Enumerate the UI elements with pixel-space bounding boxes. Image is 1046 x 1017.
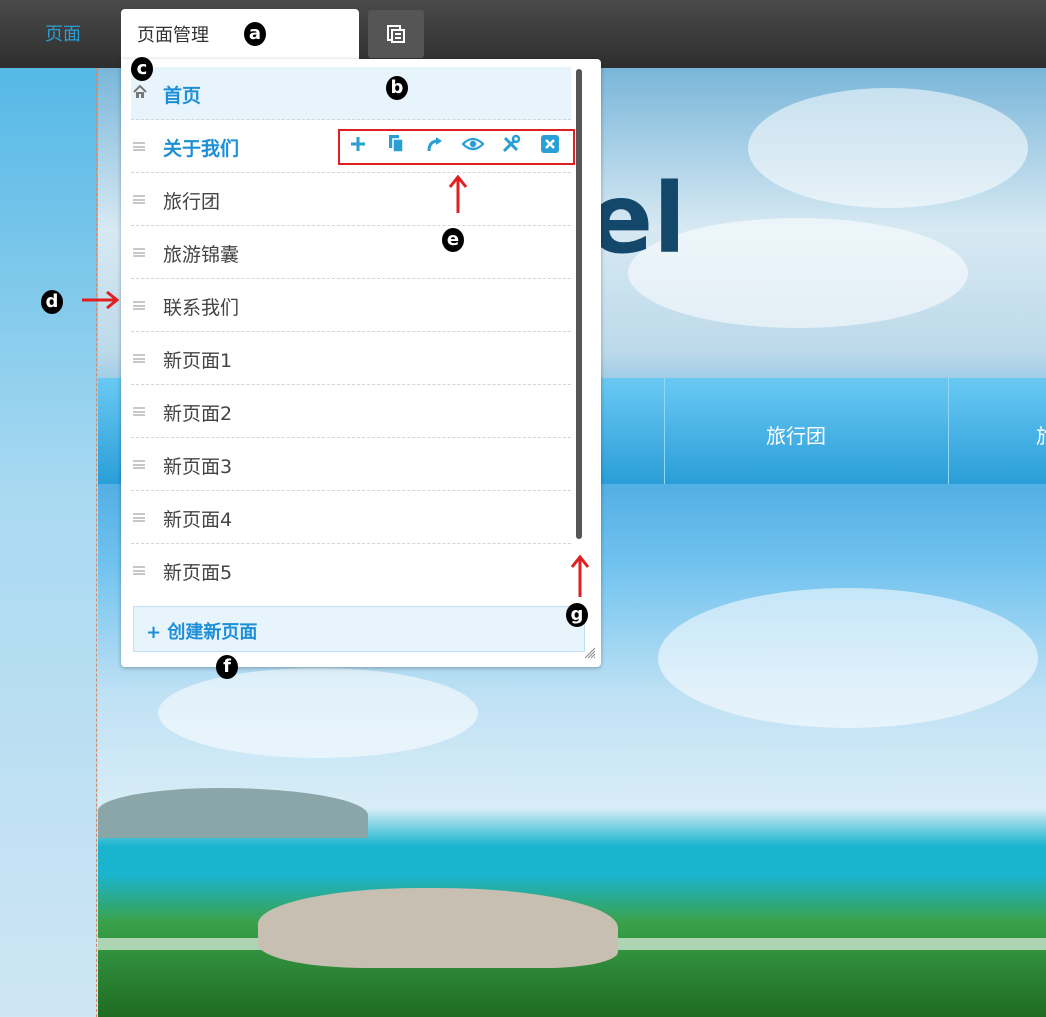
drag-handle-icon[interactable]	[133, 248, 145, 257]
page-label: 关于我们	[163, 138, 240, 160]
page-copy-button[interactable]	[368, 10, 424, 58]
page-row[interactable]: 新页面5	[131, 544, 571, 596]
annotation-highlight-box	[338, 129, 575, 165]
page-label: 联系我们	[163, 297, 240, 319]
page-label: 新页面3	[163, 456, 233, 478]
site-nav-item[interactable]: 旅	[1036, 420, 1046, 449]
annotation-badge-f: f	[216, 655, 238, 679]
site-logo-text: el	[588, 163, 687, 275]
page-row[interactable]: 联系我们	[131, 279, 571, 332]
rocks-scenery	[258, 888, 618, 968]
island-scenery	[98, 788, 368, 838]
page-row[interactable]: 旅游锦囊	[131, 226, 571, 279]
cloud-decoration	[158, 668, 478, 758]
cloud-decoration	[658, 588, 1038, 728]
editor-left-gutter	[0, 68, 98, 1017]
page-label: 新页面4	[163, 509, 233, 531]
page-row[interactable]: 旅行团	[131, 173, 571, 226]
page-row[interactable]: 新页面2	[131, 385, 571, 438]
create-page-text: 创建新页面	[167, 622, 258, 643]
annotation-badge-b: b	[386, 76, 408, 100]
drag-handle-icon[interactable]	[133, 460, 145, 469]
page-label: 新页面5	[163, 562, 233, 584]
drag-handle-icon[interactable]	[133, 513, 145, 522]
create-page-button[interactable]: + 创建新页面	[133, 606, 585, 652]
drag-handle-icon[interactable]	[133, 142, 145, 151]
annotation-badge-g: g	[566, 603, 588, 627]
top-bar: 页面 页面管理	[0, 0, 1046, 68]
annotation-badge-d: d	[41, 290, 63, 314]
annotation-badge-a: a	[244, 22, 266, 46]
drag-handle-icon[interactable]	[133, 195, 145, 204]
site-nav-item[interactable]: 旅行团	[766, 420, 826, 449]
content-boundary-line	[96, 68, 97, 1017]
resize-grip-icon[interactable]	[584, 647, 596, 659]
page-label: 旅行团	[163, 191, 221, 213]
annotation-arrow-g	[570, 555, 590, 597]
nav-divider	[948, 378, 949, 484]
page-label: 首页	[163, 85, 202, 107]
page-row[interactable]: 新页面1	[131, 332, 571, 385]
page-label: 旅游锦囊	[163, 244, 240, 266]
drag-handle-icon[interactable]	[133, 407, 145, 416]
create-page-label: + 创建新页面	[146, 622, 258, 643]
nav-divider	[664, 378, 665, 484]
page-label: 新页面2	[163, 403, 233, 425]
annotation-badge-e: e	[442, 228, 464, 252]
drag-handle-icon[interactable]	[133, 354, 145, 363]
page-row[interactable]: 新页面3	[131, 438, 571, 491]
page-row[interactable]: 新页面4	[131, 491, 571, 544]
drag-handle-icon[interactable]	[133, 301, 145, 310]
page-label: 新页面1	[163, 350, 233, 372]
annotation-badge-c: c	[131, 57, 153, 81]
home-icon	[133, 85, 147, 98]
annotation-arrow-d	[82, 290, 120, 310]
copy-icon	[387, 25, 405, 43]
page-list-scrollbar[interactable]	[576, 69, 582, 539]
page-manager-tab-label: 页面管理	[137, 25, 209, 46]
annotation-arrow-e	[448, 175, 468, 213]
drag-handle-icon[interactable]	[133, 566, 145, 575]
pages-link[interactable]: 页面	[45, 20, 81, 46]
cloud-decoration	[748, 88, 1028, 208]
page-row-home[interactable]: 首页	[131, 67, 571, 120]
